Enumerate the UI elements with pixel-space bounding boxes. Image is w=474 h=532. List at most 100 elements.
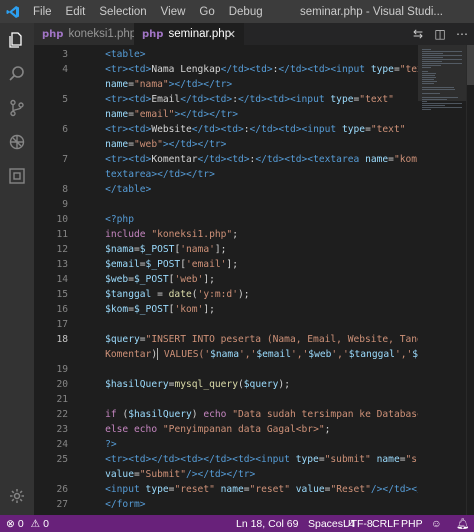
code-token: $nama: [105, 244, 134, 255]
code-line[interactable]: 16 $kom=$_POST['kom'];: [34, 302, 418, 317]
close-icon[interactable]: ✕: [227, 28, 236, 41]
minimap-line: [422, 51, 462, 52]
code-token: else: [105, 424, 129, 435]
code-text: value="Submit"/></td></tr>: [82, 467, 255, 482]
code-token: <table>: [105, 49, 146, 60]
problems-indicator[interactable]: ⊗ 0 ⚠ 0: [6, 515, 49, 532]
debug-icon[interactable]: [0, 125, 34, 159]
extensions-icon[interactable]: [0, 159, 34, 193]
tab-koneksi1[interactable]: php koneksi1.php: [34, 23, 136, 45]
code-text: <tr><td>Email</td><td>:</td><td><input t…: [82, 92, 394, 107]
minimap-line: [422, 109, 431, 110]
code-line[interactable]: 22 if ($hasilQuery) echo "Data sudah ter…: [34, 407, 418, 422]
code-line[interactable]: 7 <tr><td>Komentar</td><td>:</td><td><te…: [34, 152, 418, 167]
code-token: type: [330, 94, 354, 105]
menu-debug[interactable]: Debug: [222, 6, 270, 18]
search-icon[interactable]: [0, 57, 34, 91]
code-line[interactable]: value="Submit"/></td></tr>: [34, 467, 418, 482]
code-token: <tr><td>: [105, 154, 152, 165]
code-token: </td><td>: [197, 154, 250, 165]
code-line[interactable]: 27 </form>: [34, 497, 418, 512]
encoding[interactable]: UTF-8: [343, 515, 373, 532]
source-control-icon[interactable]: [0, 91, 34, 125]
menu-selection[interactable]: Selection: [92, 6, 153, 18]
code-line[interactable]: 23 else echo "Penyimpanan data Gagal<br>…: [34, 422, 418, 437]
code-text: $query="INSERT INTO peserta (Nama, Email…: [82, 332, 418, 347]
code-text: </form>: [82, 497, 145, 512]
code-line[interactable]: 9: [34, 197, 418, 212]
scrollbar-thumb[interactable]: [467, 45, 474, 85]
php-file-icon: php: [142, 28, 164, 40]
code-text: <table>: [82, 47, 146, 62]
code-token: </td><td><textarea: [255, 154, 360, 165]
vertical-scrollbar[interactable]: [466, 45, 474, 515]
feedback-icon[interactable]: ☺: [431, 515, 442, 532]
code-text: if ($hasilQuery) echo "Data sudah tersim…: [82, 407, 418, 422]
code-text: $tanggal = date('y:m:d');: [82, 287, 249, 302]
tab-label: seminar.php: [168, 28, 232, 40]
minimap[interactable]: [418, 45, 466, 515]
code-line[interactable]: 8 </table>: [34, 182, 418, 197]
minimap-line: [422, 107, 462, 108]
code-line[interactable]: textarea></td></tr>: [34, 167, 418, 182]
minimap-line: [422, 59, 462, 60]
code-line[interactable]: name="web"></td></tr>: [34, 137, 418, 152]
code-line[interactable]: 13 $email=$_POST['email'];: [34, 257, 418, 272]
code-line[interactable]: 3 <table>: [34, 47, 418, 62]
code-line[interactable]: 21: [34, 392, 418, 407]
compare-icon[interactable]: ⇆: [408, 23, 428, 45]
code-text: <tr><td>Nama Lengkap</td><td>:</td><td><…: [82, 62, 418, 77]
more-actions-icon[interactable]: ⋯: [452, 23, 472, 45]
menu-file[interactable]: File: [26, 6, 59, 18]
minimap-line: [422, 65, 441, 66]
menu-view[interactable]: View: [154, 6, 193, 18]
line-number: 13: [56, 259, 68, 270]
tab-seminar[interactable]: php seminar.php ✕: [134, 23, 244, 45]
split-editor-icon[interactable]: ◫: [430, 23, 450, 45]
code-line[interactable]: 15 $tanggal = date('y:m:d');: [34, 287, 418, 302]
code-token: ></td></tr>: [162, 139, 227, 150]
code-line[interactable]: name="email"></td></tr>: [34, 107, 418, 122]
code-line[interactable]: 17: [34, 317, 418, 332]
language-mode[interactable]: PHP: [401, 515, 423, 532]
notifications-icon[interactable]: 🔔︎: [456, 515, 469, 532]
code-line[interactable]: 18 $query="INSERT INTO peserta (Nama, Em…: [34, 332, 418, 347]
menu-edit[interactable]: Edit: [59, 6, 93, 18]
code-line[interactable]: 6 <tr><td>Website</td><td>:</td><td><inp…: [34, 122, 418, 137]
code-token: /></td></tr>: [370, 484, 418, 495]
code-token: "text": [370, 124, 406, 135]
code-line[interactable]: 10 <?php: [34, 212, 418, 227]
line-number: 14: [56, 274, 68, 285]
line-ending[interactable]: CRLF: [372, 515, 399, 532]
code-line[interactable]: 5 <tr><td>Email</td><td>:</td><td><input…: [34, 92, 418, 107]
code-text: $web=$_POST['web'];: [82, 272, 215, 287]
code-line[interactable]: 12 $nama=$_POST['nama'];: [34, 242, 418, 257]
code-line[interactable]: Komentar) VALUES('$nama','$email','$web'…: [34, 347, 418, 362]
settings-gear-icon[interactable]: [0, 479, 34, 513]
code-token: echo: [134, 424, 158, 435]
code-line[interactable]: name="nama"></td></tr>: [34, 77, 418, 92]
window-title: seminar.php - Visual Studi...: [300, 5, 443, 18]
code-line[interactable]: 14 $web=$_POST['web'];: [34, 272, 418, 287]
cursor-position[interactable]: Ln 18, Col 69: [236, 515, 298, 532]
files-icon[interactable]: [0, 23, 34, 57]
menu-go[interactable]: Go: [192, 6, 221, 18]
code-token: if: [105, 409, 117, 420]
code-text: textarea></td></tr>: [82, 167, 215, 182]
code-text: include "koneksi1.php";: [82, 227, 238, 242]
code-line[interactable]: 11 include "koneksi1.php";: [34, 227, 418, 242]
code-line[interactable]: 24 ?>: [34, 437, 418, 452]
code-line[interactable]: 20 $hasilQuery=mysql_query($query);: [34, 377, 418, 392]
code-editor[interactable]: 3 <table> 4 <tr><td>Nama Lengkap</td><td>…: [34, 45, 418, 515]
code-token: type: [295, 454, 319, 465]
code-line[interactable]: 26 <input type="reset" name="reset" valu…: [34, 482, 418, 497]
line-number: 4: [62, 64, 68, 75]
code-token: 'kom': [174, 304, 204, 315]
code-line[interactable]: 4 <tr><td>Nama Lengkap</td><td>:</td><td…: [34, 62, 418, 77]
code-line[interactable]: 25 <tr><td></td><td></td><td><input type…: [34, 452, 418, 467]
line-number: 12: [56, 244, 68, 255]
code-line[interactable]: 19: [34, 362, 418, 377]
code-text: <tr><td>Komentar</td><td>:</td><td><text…: [82, 152, 418, 167]
